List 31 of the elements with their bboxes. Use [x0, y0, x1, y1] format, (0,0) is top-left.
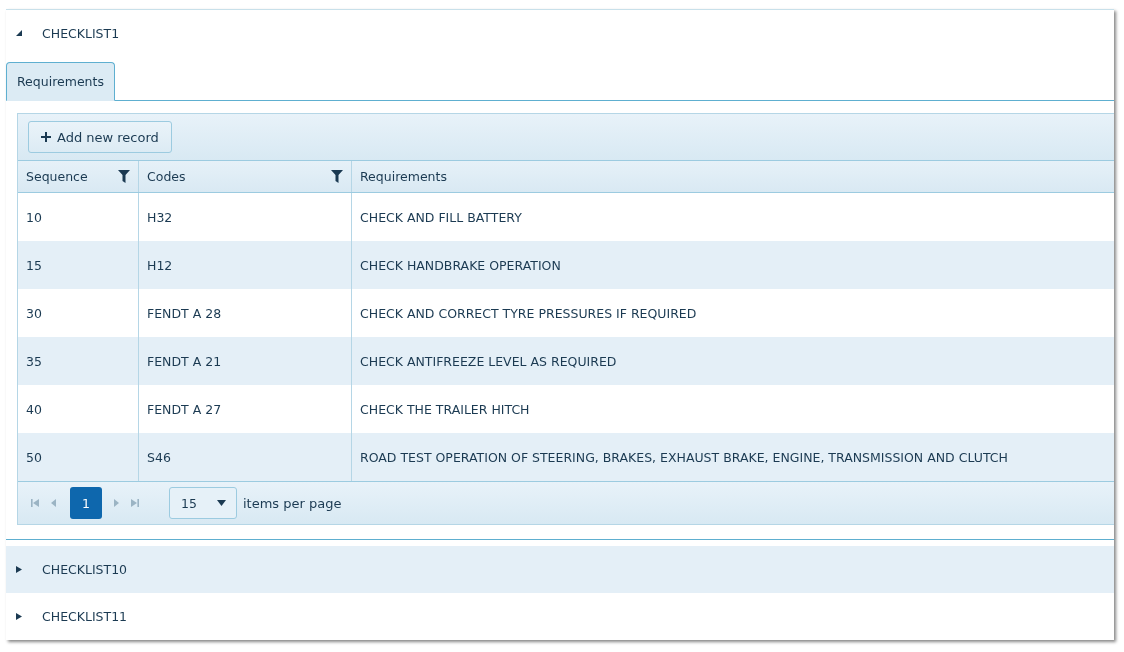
table-cell-text: CHECK THE TRAILER HITCH — [359, 400, 531, 419]
column-title: Sequence — [26, 169, 88, 184]
filter-icon[interactable] — [331, 170, 343, 183]
panel-item-header[interactable]: CHECKLIST1 — [6, 10, 1114, 57]
panel-title: CHECKLIST10 — [42, 562, 128, 577]
column-title: Requirements — [360, 169, 447, 184]
panel-title: CHECKLIST1 — [42, 26, 120, 41]
filter-icon[interactable] — [118, 170, 130, 183]
next-page-icon[interactable] — [114, 499, 119, 507]
column-header[interactable]: Requirements — [352, 161, 1114, 192]
column-header[interactable]: Sequence — [18, 161, 139, 192]
table-cell-text: CHECK ANTIFREEZE LEVEL AS REQUIRED — [359, 352, 618, 371]
panel-item-header[interactable]: CHECKLIST11 — [6, 593, 1114, 640]
page-size-dropdown[interactable]: 15 — [169, 487, 237, 519]
tab[interactable]: Requirements — [6, 62, 115, 101]
panel-item-header[interactable]: CHECKLIST10 — [6, 546, 1114, 593]
column-header[interactable]: Codes — [139, 161, 352, 192]
add-record-button[interactable]: Add new record — [28, 121, 172, 153]
last-page-icon[interactable] — [131, 499, 139, 507]
table-cell-text: CHECK AND CORRECT TYRE PRESSURES IF REQUIRED — [359, 304, 698, 323]
page-size-label: items per page — [243, 495, 342, 511]
table-cell-text: CHECK AND FILL BATTERY — [359, 208, 523, 227]
page-number[interactable]: 1 — [70, 487, 102, 519]
table-cell-text: CHECK HANDBRAKE OPERATION — [359, 256, 562, 275]
dropdown-arrow-icon — [217, 500, 226, 506]
first-page-icon[interactable] — [31, 499, 39, 507]
panel-title: CHECKLIST11 — [42, 609, 128, 624]
plus-icon — [41, 132, 51, 142]
column-title: Codes — [147, 169, 186, 184]
previous-page-icon[interactable] — [51, 499, 56, 507]
table-cell-text: ROAD TEST OPERATION OF STEERING, BRAKES, EXHAUST BRAKE, ENGINE, TRANSMISSION AND CLUTCH — [359, 448, 1009, 467]
